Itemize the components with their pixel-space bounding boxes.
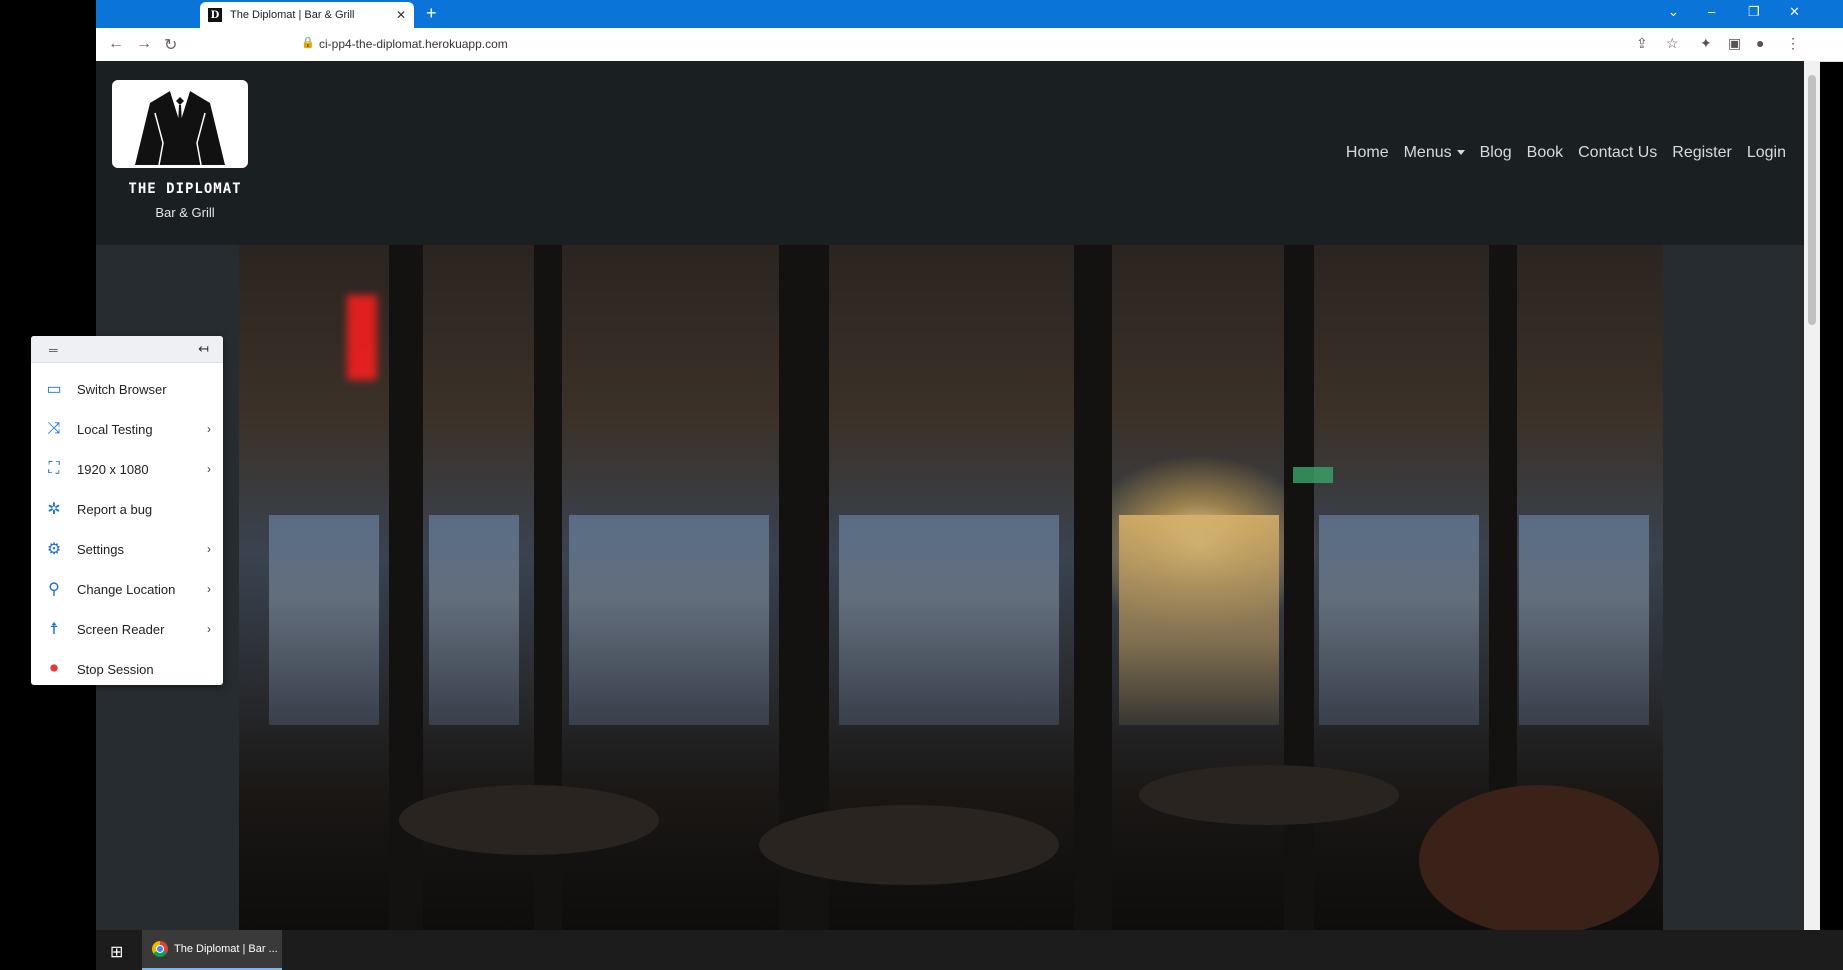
nav-contact[interactable]: Contact Us <box>1578 144 1657 162</box>
chevron-right-icon: › <box>207 422 211 436</box>
screen-reader-button[interactable]: ☨ Screen Reader › <box>31 609 223 649</box>
tab-title: The Diplomat | Bar & Grill <box>230 9 355 21</box>
lock-icon: 🔒 <box>301 37 315 49</box>
window-pane <box>269 515 379 725</box>
window-pane <box>1519 515 1649 725</box>
hero-image <box>239 245 1663 930</box>
change-location-button[interactable]: ⚲ Change Location › <box>31 569 223 609</box>
table <box>759 805 1059 885</box>
extensions-icon[interactable]: ✦ <box>1700 35 1712 52</box>
nav-book[interactable]: Book <box>1527 144 1563 162</box>
taskbar-chrome-item[interactable]: The Diplomat | Bar ... <box>142 930 282 970</box>
gear-icon: ⚙ <box>46 541 62 558</box>
window-pane <box>1319 515 1479 725</box>
brand-subtitle: Bar & Grill <box>155 205 215 220</box>
main-nav: Home Menus Blog Book Contact Us Register… <box>1346 144 1786 162</box>
web-page: THE DIPLOMAT Bar & Grill Home Menus Blog… <box>96 61 1804 930</box>
screen-reader-label: Screen Reader <box>77 621 165 637</box>
menu-kebab-icon[interactable]: ⋮ <box>1786 35 1800 52</box>
pillar <box>1074 245 1112 930</box>
resolution-button[interactable]: ⛶ 1920 x 1080 › <box>31 449 223 489</box>
minimize-icon[interactable]: – <box>1708 4 1715 19</box>
brand-name: THE DIPLOMAT <box>128 181 242 197</box>
nav-menus-dropdown[interactable]: Menus <box>1404 144 1465 162</box>
toolbar-header: ═ ↤ <box>31 336 223 363</box>
browser-tab[interactable]: D The Diplomat | Bar & Grill ✕ <box>200 2 414 28</box>
stop-session-label: Stop Session <box>77 661 154 677</box>
collapse-icon[interactable]: ↤ <box>198 341 209 357</box>
table <box>1139 765 1399 825</box>
report-bug-label: Report a bug <box>77 501 153 517</box>
nav-register[interactable]: Register <box>1672 144 1732 162</box>
os-taskbar: ⊞ The Diplomat | Bar ... <box>96 930 1843 970</box>
caret-down-icon <box>1456 150 1465 156</box>
nav-blog[interactable]: Blog <box>1480 144 1512 162</box>
chrome-icon <box>152 941 168 957</box>
window-pane <box>429 515 519 725</box>
chevron-right-icon: › <box>207 462 211 476</box>
profile-icon[interactable]: ● <box>1756 35 1764 51</box>
browser-tab-strip: D The Diplomat | Bar & Grill ✕ + ⌄ – ❐ ✕ <box>96 0 1843 28</box>
resolution-icon: ⛶ <box>48 460 60 477</box>
restore-icon[interactable]: ❐ <box>1748 4 1760 20</box>
tuxedo-logo-icon <box>115 83 245 165</box>
forward-icon[interactable]: → <box>136 35 152 53</box>
chevron-right-icon: › <box>207 622 211 636</box>
diners <box>1419 785 1659 930</box>
share-icon[interactable]: ⇪ <box>1636 35 1648 52</box>
taskbar-chrome-label: The Diplomat | Bar ... <box>174 943 278 955</box>
switch-browser-icon: ▭ <box>46 381 62 398</box>
address-bar: ← → ↻ 🔒 ci-pp4-the-diplomat.herokuapp.co… <box>96 28 1843 62</box>
settings-label: Settings <box>77 541 124 557</box>
window-pane <box>839 515 1059 725</box>
favicon-icon: D <box>208 8 222 22</box>
bug-icon: ✲ <box>47 501 61 518</box>
local-testing-label: Local Testing <box>77 421 153 437</box>
side-panel-icon[interactable]: ▣ <box>1728 35 1741 52</box>
exit-sign <box>1293 467 1333 483</box>
reload-icon[interactable]: ↻ <box>164 35 177 55</box>
bookmark-star-icon[interactable]: ☆ <box>1666 35 1679 52</box>
close-window-icon[interactable]: ✕ <box>1789 4 1800 20</box>
back-icon[interactable]: ← <box>108 35 124 53</box>
drag-handle-icon[interactable]: ═ <box>49 343 58 357</box>
chevron-right-icon: › <box>207 542 211 556</box>
tab-search-icon[interactable]: ⌄ <box>1668 4 1679 20</box>
nav-menus-label: Menus <box>1403 144 1452 161</box>
location-pin-icon: ⚲ <box>48 581 60 598</box>
settings-button[interactable]: ⚙ Settings › <box>31 529 223 569</box>
change-location-label: Change Location <box>77 581 176 597</box>
close-tab-icon[interactable]: ✕ <box>396 8 406 22</box>
new-tab-button[interactable]: + <box>426 4 437 22</box>
stop-icon: ⏺ <box>49 660 58 677</box>
stop-session-button[interactable]: ⏺ Stop Session <box>31 649 223 689</box>
pillar <box>1284 245 1314 930</box>
site-header: THE DIPLOMAT Bar & Grill Home Menus Blog… <box>96 61 1804 245</box>
windows-start-icon[interactable]: ⊞ <box>110 942 123 962</box>
table <box>399 785 659 855</box>
window-pane <box>1119 515 1279 725</box>
report-bug-button[interactable]: ✲ Report a bug <box>31 489 223 529</box>
switch-browser-button[interactable]: ▭ Switch Browser <box>31 369 223 409</box>
page-scrollbar[interactable] <box>1804 61 1820 930</box>
chevron-right-icon: › <box>207 582 211 596</box>
window-pane <box>569 515 769 725</box>
shuffle-icon: ⤨ <box>47 420 61 437</box>
resolution-label: 1920 x 1080 <box>77 461 149 477</box>
scrollbar-thumb[interactable] <box>1808 75 1816 325</box>
browserstack-toolbar: ═ ↤ ▭ Switch Browser ⤨ Local Testing › ⛶… <box>31 336 223 685</box>
accessibility-icon: ☨ <box>49 621 59 638</box>
nav-login[interactable]: Login <box>1747 144 1786 162</box>
red-light <box>347 295 377 380</box>
local-testing-button[interactable]: ⤨ Local Testing › <box>31 409 223 449</box>
url-field[interactable]: ci-pp4-the-diplomat.herokuapp.com <box>319 37 508 51</box>
logo[interactable] <box>112 80 248 168</box>
nav-home[interactable]: Home <box>1346 144 1389 162</box>
switch-browser-label: Switch Browser <box>77 381 167 397</box>
